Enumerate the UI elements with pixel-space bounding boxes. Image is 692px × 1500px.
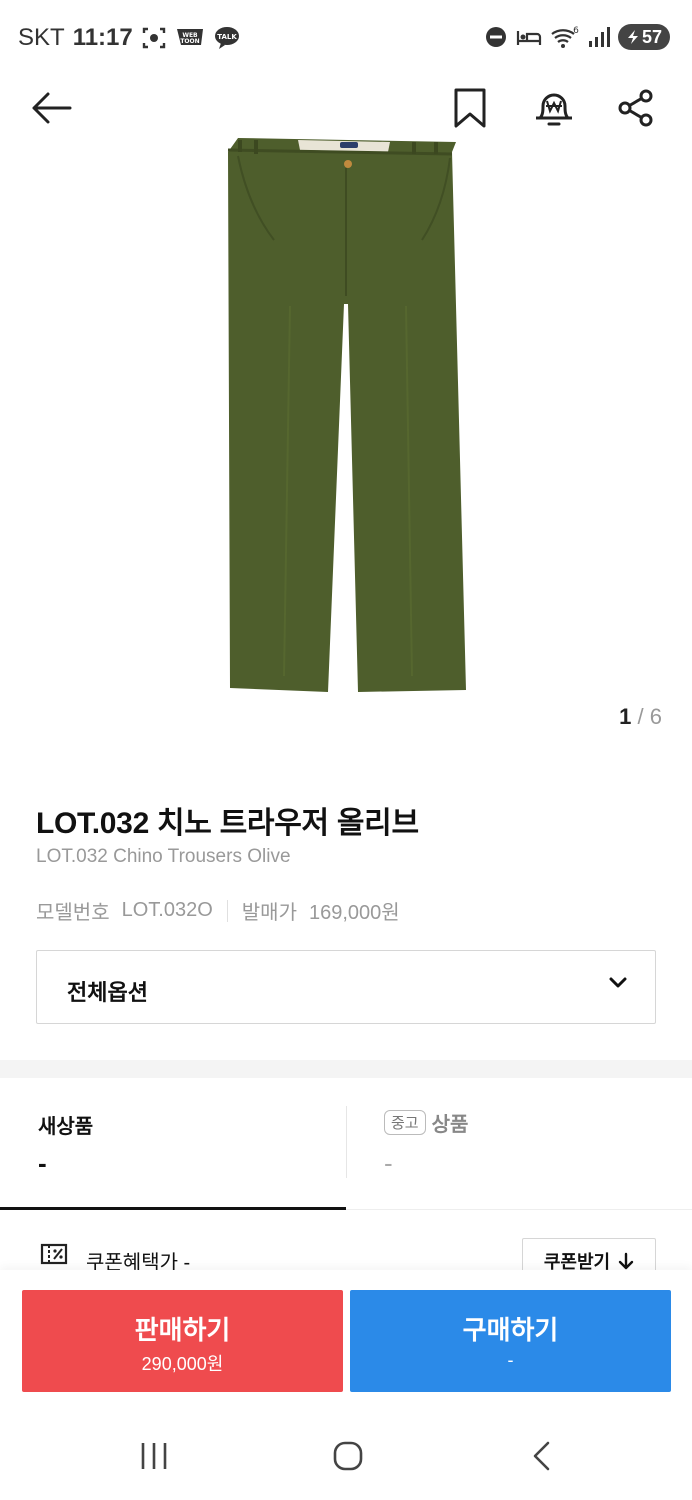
used-product-label: 상품 [431, 1114, 469, 1136]
release-price-value: 169,000원 [308, 902, 400, 924]
coupon-price-text: 쿠폰혜택가 - [86, 1252, 191, 1272]
screenshot-icon [141, 25, 167, 51]
kakaotalk-icon: TALK [213, 25, 241, 51]
section-divider [0, 1060, 692, 1078]
signal-icon [588, 24, 610, 50]
battery-icon: 57 [618, 24, 670, 50]
svg-text:TOON: TOON [180, 38, 199, 45]
status-left: SKT 11:17 WEB TOON TALK [18, 24, 241, 52]
chino-trousers-image [227, 138, 466, 692]
release-price-label: 발매가 [241, 902, 297, 924]
buy-button-label: 구매하기 [462, 1315, 559, 1345]
product-name-ko: LOT.032 치노 트라우저 올리브 [36, 807, 419, 840]
share-button[interactable] [612, 84, 660, 132]
bookmark-button[interactable] [448, 84, 492, 132]
home-button[interactable] [332, 1440, 364, 1477]
system-back-button[interactable] [528, 1440, 556, 1477]
image-counter-current: 1 [619, 704, 632, 729]
get-coupon-label: 쿠폰받기 [543, 1252, 611, 1272]
battery-level: 57 [641, 26, 663, 47]
sleep-mode-icon [516, 24, 542, 50]
sell-button-label: 판매하기 [134, 1315, 231, 1345]
tab-used-product[interactable]: 중고 상품 - [346, 1078, 692, 1210]
buy-button-price: - [507, 1350, 514, 1370]
coupon-icon [40, 1243, 68, 1265]
wifi-icon: 6 [550, 24, 580, 50]
wifi-badge: 6 [573, 26, 579, 36]
recent-apps-button[interactable] [138, 1440, 170, 1477]
product-name-en: LOT.032 Chino Trousers Olive [36, 846, 291, 867]
price-alert-icon [536, 93, 572, 126]
back-arrow-icon [32, 92, 72, 124]
new-product-price: - [38, 1148, 47, 1178]
chevron-down-icon [609, 977, 627, 988]
price-alert-button[interactable] [530, 84, 578, 132]
image-counter: 1 / 6 [619, 704, 662, 730]
product-image[interactable] [200, 136, 492, 698]
coupon-row: 쿠폰혜택가 - 쿠폰받기 [0, 1230, 692, 1272]
carrier-label: SKT [18, 24, 65, 51]
price-tabs: 새상품 - 중고 상품 - [0, 1078, 692, 1210]
share-icon [618, 89, 653, 127]
model-number-label: 모델번호 [36, 902, 110, 924]
svg-text:TALK: TALK [217, 33, 237, 41]
options-label: 전체옵션 [67, 980, 148, 1005]
sell-button[interactable]: 판매하기 290,000원 [22, 1290, 343, 1392]
get-coupon-button[interactable]: 쿠폰받기 [522, 1238, 656, 1272]
system-back-icon [533, 1441, 550, 1471]
model-number-value: LOT.032O [121, 899, 213, 921]
clock: 11:17 [72, 24, 133, 51]
image-counter-total: 6 [649, 704, 662, 729]
used-product-heading: 중고 상품 [384, 1108, 468, 1137]
options-dropdown[interactable]: 전체옵션 [36, 950, 656, 1024]
recent-apps-icon [141, 1443, 167, 1469]
meta-divider [226, 899, 228, 922]
product-meta: 모델번호 LOT.032O 발매가 169,000원 [36, 896, 400, 925]
buy-button[interactable]: 구매하기 - [350, 1290, 671, 1392]
bottom-action-bar: 판매하기 290,000원 구매하기 - [0, 1270, 692, 1410]
image-counter-separator: / [637, 704, 644, 729]
used-badge: 중고 [384, 1110, 426, 1135]
system-navigation-bar [0, 1410, 692, 1500]
home-icon [333, 1441, 363, 1471]
sell-button-price: 290,000원 [141, 1354, 224, 1374]
used-product-price: - [384, 1148, 393, 1178]
tab-new-product[interactable]: 새상품 - [0, 1078, 346, 1210]
back-button[interactable] [30, 86, 80, 130]
arrow-down-icon [618, 1252, 634, 1270]
do-not-disturb-icon [484, 24, 508, 50]
status-right: 6 57 [484, 24, 670, 50]
bookmark-icon [454, 88, 486, 128]
status-bar: SKT 11:17 WEB TOON TALK 6 57 [0, 0, 692, 80]
webtoon-icon: WEB TOON [175, 25, 205, 51]
top-navigation [0, 80, 692, 136]
new-product-label: 새상품 [38, 1116, 94, 1138]
